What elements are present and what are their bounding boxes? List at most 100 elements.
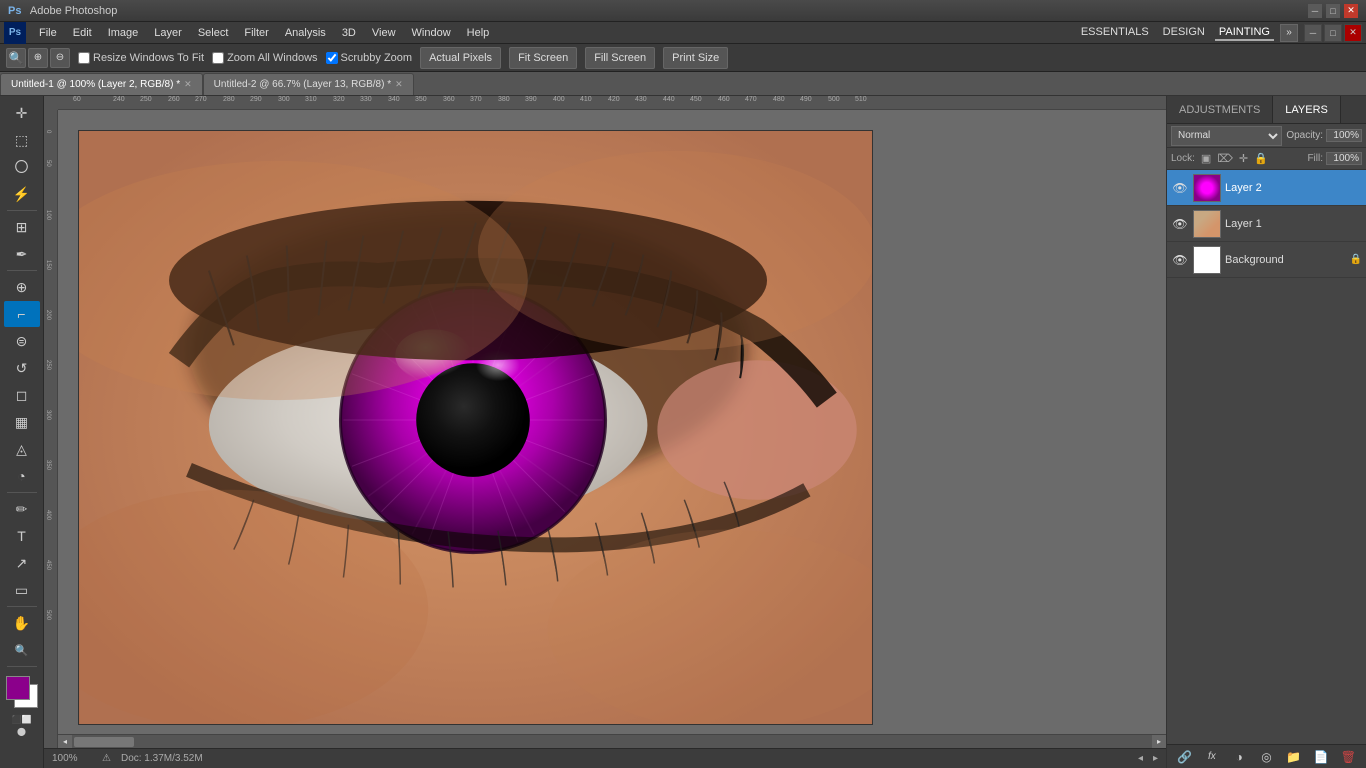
shape-tool[interactable]: ▭ [4,577,40,603]
path-select-tool[interactable]: ↗ [4,550,40,576]
menu-image[interactable]: Image [101,25,146,41]
default-colors-icon[interactable]: ⬛⬜ [12,715,32,724]
scroll-track[interactable] [72,735,1152,749]
lock-all-icon[interactable]: 🔒 [1254,152,1268,165]
layer1-thumb-content [1194,211,1220,237]
doc-info-arrow-left[interactable]: ◂ [1138,753,1143,764]
zoom-all-input[interactable] [212,52,224,64]
foreground-color-swatch[interactable] [6,676,30,700]
quick-select-tool[interactable]: ⚡ [4,181,40,207]
scroll-left-arrow[interactable]: ◂ [58,735,72,749]
quick-mask-icon[interactable]: ⬤ [17,727,26,736]
eye-image-canvas[interactable] [78,130,873,725]
clone-tool[interactable]: ⊜ [4,328,40,354]
resize-windows-label: Resize Windows To Fit [93,52,204,64]
scroll-right-arrow[interactable]: ▸ [1152,735,1166,749]
tab-untitled1[interactable]: Untitled-1 @ 100% (Layer 2, RGB/8) * ✕ [0,73,203,95]
menu-file[interactable]: File [32,25,64,41]
zoom-tool[interactable]: 🔍 [4,637,40,663]
tab2-close[interactable]: ✕ [395,79,403,90]
history-brush-tool[interactable]: ↺ [4,355,40,381]
layer-effects-button[interactable]: fx [1201,747,1223,767]
menu-layer[interactable]: Layer [147,25,189,41]
main-area: ✛ ⬚ 〇 ⚡ ⊞ ✒ ⊕ ⌐ ⊜ ↺ ◻ ▦ ◬ ◔ ✏ T ↗ ▭ ✋ 🔍 … [0,96,1366,768]
minimize-button[interactable]: ─ [1308,4,1322,18]
extend-workspace-button[interactable]: » [1280,24,1298,42]
tab-bar: Untitled-1 @ 100% (Layer 2, RGB/8) * ✕ U… [0,72,1366,96]
menu-analysis[interactable]: Analysis [278,25,333,41]
background-visibility[interactable]: 👁 [1171,251,1189,269]
zoom-in-icon[interactable]: ⊕ [28,48,48,68]
zoom-in2-icon[interactable]: ⊖ [50,48,70,68]
layer2-name: Layer 2 [1225,182,1362,194]
ws-essentials[interactable]: ESSENTIALS [1077,25,1153,41]
adjustment-layer-button[interactable]: ◎ [1255,747,1277,767]
vertical-ruler: 0 50 100 150 200 250 300 350 400 450 500 [44,110,58,768]
menu-view[interactable]: View [365,25,403,41]
layer2-visibility[interactable]: 👁 [1171,179,1189,197]
menu-window[interactable]: Window [405,25,458,41]
brush-tool[interactable]: ⌐ [4,301,40,327]
layer1-visibility[interactable]: 👁 [1171,215,1189,233]
new-group-button[interactable]: 📁 [1283,747,1305,767]
pen-tool[interactable]: ✏ [4,496,40,522]
print-size-button[interactable]: Print Size [663,47,728,69]
menu-edit[interactable]: Edit [66,25,99,41]
zoom-out-icon[interactable]: 🔍 [6,48,26,68]
adjustments-tab[interactable]: ADJUSTMENTS [1167,96,1273,123]
hand-tool[interactable]: ✋ [4,610,40,636]
lasso-tool[interactable]: 〇 [4,154,40,180]
tab-untitled2[interactable]: Untitled-2 @ 66.7% (Layer 13, RGB/8) * ✕ [203,73,414,95]
status-warning-icon[interactable]: ⚠ [102,753,111,764]
new-layer-button[interactable]: 📄 [1310,747,1332,767]
move-tool[interactable]: ✛ [4,100,40,126]
layer-item-background[interactable]: 👁 Background 🔒 [1167,242,1366,278]
layer-item-layer1[interactable]: 👁 Layer 1 [1167,206,1366,242]
actual-pixels-button[interactable]: Actual Pixels [420,47,501,69]
win-minimize-btn[interactable]: ─ [1304,24,1322,42]
healing-tool[interactable]: ⊕ [4,274,40,300]
layer-mask-button[interactable]: ◑ [1228,747,1250,767]
workspace-buttons: ESSENTIALS DESIGN PAINTING » ─ □ ✕ [1077,24,1362,42]
menu-help[interactable]: Help [460,25,497,41]
fill-value[interactable]: 100% [1326,152,1362,165]
link-layers-button[interactable]: 🔗 [1174,747,1196,767]
eyedropper-tool[interactable]: ✒ [4,241,40,267]
tab1-title: Untitled-1 @ 100% (Layer 2, RGB/8) * [11,79,180,90]
dodge-tool[interactable]: ◔ [4,463,40,489]
zoom-all-checkbox[interactable]: Zoom All Windows [212,52,317,64]
fit-screen-button[interactable]: Fit Screen [509,47,577,69]
win-close-btn[interactable]: ✕ [1344,24,1362,42]
layer-item-layer2[interactable]: 👁 Layer 2 [1167,170,1366,206]
horizontal-scrollbar[interactable]: ◂ ▸ [58,734,1166,748]
menu-3d[interactable]: 3D [335,25,363,41]
eraser-tool[interactable]: ◻ [4,382,40,408]
crop-tool[interactable]: ⊞ [4,214,40,240]
win-restore-btn[interactable]: □ [1324,24,1342,42]
fill-screen-button[interactable]: Fill Screen [585,47,655,69]
ws-painting[interactable]: PAINTING [1215,25,1274,41]
close-button[interactable]: ✕ [1344,4,1358,18]
delete-layer-button[interactable]: 🗑 [1337,747,1359,767]
maximize-button[interactable]: □ [1326,4,1340,18]
blend-mode-select[interactable]: Normal [1171,126,1282,146]
layers-tab[interactable]: LAYERS [1273,96,1341,123]
menu-select[interactable]: Select [191,25,236,41]
doc-info-arrow-right[interactable]: ▸ [1153,753,1158,764]
tab1-close[interactable]: ✕ [184,79,192,90]
resize-windows-input[interactable] [78,52,90,64]
type-tool[interactable]: T [4,523,40,549]
lock-position-icon[interactable]: ✛ [1239,152,1248,165]
lock-image-icon[interactable]: ⌦ [1217,152,1233,165]
opacity-value[interactable]: 100% [1326,129,1362,142]
marquee-tool[interactable]: ⬚ [4,127,40,153]
resize-windows-checkbox[interactable]: Resize Windows To Fit [78,52,204,64]
gradient-tool[interactable]: ▦ [4,409,40,435]
lock-transparency-icon[interactable]: ▣ [1201,152,1211,165]
ws-design[interactable]: DESIGN [1159,25,1209,41]
scrubby-zoom-input[interactable] [326,52,338,64]
scroll-thumb[interactable] [74,737,134,747]
menu-filter[interactable]: Filter [237,25,275,41]
blur-tool[interactable]: ◬ [4,436,40,462]
scrubby-zoom-checkbox[interactable]: Scrubby Zoom [326,52,413,64]
